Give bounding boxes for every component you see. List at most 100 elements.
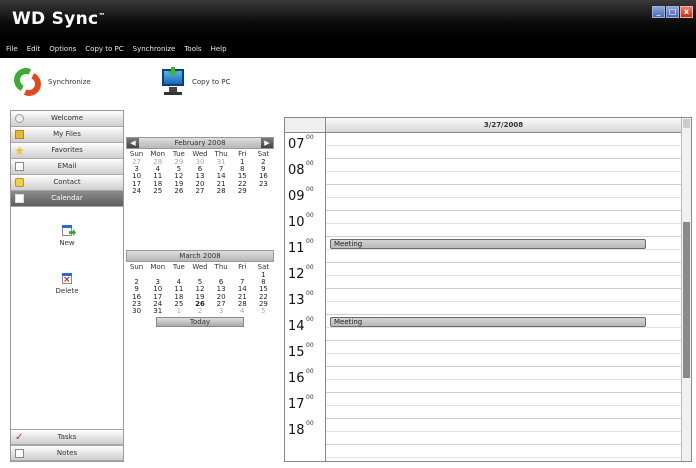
next-month-button[interactable]: ▶ xyxy=(261,138,273,148)
menu-help[interactable]: Help xyxy=(211,45,227,53)
time-slot[interactable] xyxy=(326,250,681,263)
delete-label: Delete xyxy=(55,287,79,295)
hour-label: 13 00 xyxy=(288,290,314,308)
time-slot[interactable] xyxy=(326,406,681,419)
month-title: March 2008 xyxy=(179,252,221,260)
menu-tools[interactable]: Tools xyxy=(184,45,201,53)
sidebar-item-email[interactable]: EMail xyxy=(11,159,123,175)
menu-file[interactable]: File xyxy=(6,45,18,53)
time-slot[interactable] xyxy=(326,172,681,185)
time-slot[interactable] xyxy=(326,328,681,341)
synchronize-button[interactable]: Synchronize xyxy=(10,64,91,100)
mini-calendar-march: March 2008 Sun Mon Tue Wed Thu Fri Sat 1… xyxy=(126,250,274,328)
day-view: 3/27/2008 07 00 08 00 09 00 10 00 11 00 12 00 … xyxy=(284,117,692,462)
time-slot[interactable] xyxy=(326,302,681,315)
sidebar-item-label: Notes xyxy=(56,449,78,457)
time-slot[interactable] xyxy=(326,133,681,146)
minimize-button[interactable]: _ xyxy=(652,6,665,18)
sidebar-item-calendar[interactable]: Calendar xyxy=(11,191,123,207)
sidebar-item-notes[interactable]: Notes xyxy=(11,445,123,461)
day-view-date-header: 3/27/2008 xyxy=(325,118,681,133)
sidebar-item-contact[interactable]: Contact xyxy=(11,175,123,191)
close-button[interactable]: x xyxy=(680,6,693,18)
new-appointment-button[interactable]: New xyxy=(47,223,87,247)
hour-label: 12 00 xyxy=(288,264,314,282)
hour-label: 08 00 xyxy=(288,160,314,178)
today-button[interactable]: Today xyxy=(156,317,244,328)
calendar-day[interactable]: 3 xyxy=(211,307,232,315)
previous-month-button[interactable]: ◀ xyxy=(127,138,139,148)
time-slot[interactable] xyxy=(326,445,681,458)
menu-synchronize[interactable]: Synchronize xyxy=(133,45,176,53)
time-slot[interactable] xyxy=(326,289,681,302)
calendar-day[interactable]: 30 xyxy=(126,307,147,315)
time-slot[interactable] xyxy=(326,419,681,432)
hour-label: 07 00 xyxy=(288,134,314,152)
sidebar-item-welcome[interactable]: Welcome xyxy=(11,111,123,127)
calendar-day[interactable]: 29 xyxy=(232,187,253,195)
new-label: New xyxy=(59,239,75,247)
calendar-day[interactable]: 24 xyxy=(126,187,147,195)
calendar-day[interactable]: 4 xyxy=(232,307,253,315)
sidebar-item-favorites[interactable]: Favorites xyxy=(11,143,123,159)
calendar-day[interactable]: 1 xyxy=(168,307,189,315)
menu-edit[interactable]: Edit xyxy=(27,45,41,53)
calendar-grid: Sun Mon Tue Wed Thu Fri Sat 1 2 3 4 5 6 … xyxy=(126,263,274,315)
time-slot[interactable] xyxy=(326,341,681,354)
menu-options[interactable]: Options xyxy=(49,45,76,53)
calendar-day[interactable] xyxy=(253,188,274,195)
hour-label: 18 00 xyxy=(288,420,314,438)
vertical-scrollbar[interactable] xyxy=(681,118,691,461)
calendar-header: ◀ February 2008 ▶ xyxy=(126,137,274,149)
copy-to-pc-label: Copy to PC xyxy=(192,78,231,86)
calendar-day[interactable]: 28 xyxy=(211,187,232,195)
time-slot[interactable] xyxy=(326,393,681,406)
calendar-day[interactable]: 26 xyxy=(168,187,189,195)
sidebar-item-label: EMail xyxy=(57,162,77,170)
scrollbar-thumb[interactable] xyxy=(683,222,690,378)
time-slot[interactable] xyxy=(326,458,681,461)
calendar-day[interactable]: 5 xyxy=(253,307,274,315)
time-slots[interactable]: Meeting Meeting xyxy=(325,133,681,461)
time-slot[interactable] xyxy=(326,198,681,211)
sidebar-item-tasks[interactable]: ✓ Tasks xyxy=(11,429,123,445)
delete-appointment-button[interactable]: × Delete xyxy=(47,271,87,295)
weekday-label: Thu xyxy=(214,263,228,271)
time-slot[interactable] xyxy=(326,367,681,380)
trademark: ™ xyxy=(98,12,106,20)
synchronize-label: Synchronize xyxy=(48,78,91,86)
time-slot[interactable] xyxy=(326,224,681,237)
time-slot[interactable] xyxy=(326,211,681,224)
appointment-meeting[interactable]: Meeting xyxy=(330,239,646,249)
time-slot[interactable] xyxy=(326,159,681,172)
time-slot[interactable] xyxy=(326,354,681,367)
copy-to-pc-button[interactable]: Copy to PC xyxy=(160,66,230,98)
time-slot[interactable] xyxy=(326,146,681,159)
hour-label: 17 00 xyxy=(288,394,314,412)
maximize-button[interactable]: □ xyxy=(666,6,679,18)
calendar-day[interactable]: 2 xyxy=(189,307,210,315)
time-slot[interactable] xyxy=(326,432,681,445)
time-slot[interactable] xyxy=(326,263,681,276)
calendar-grid: Sun Mon Tue Wed Thu Fri Sat 27 28 29 30 … xyxy=(126,150,274,195)
calendar-day[interactable]: 25 xyxy=(147,187,168,195)
sidebar-item-my-files[interactable]: My Files xyxy=(11,127,123,143)
sidebar-item-label: Favorites xyxy=(51,146,83,154)
menu-copy-to-pc[interactable]: Copy to PC xyxy=(85,45,123,53)
calendar-day[interactable]: 23 xyxy=(253,180,274,188)
calendar-day[interactable]: 31 xyxy=(147,307,168,315)
hour-label: 14 00 xyxy=(288,316,314,334)
mini-calendar-february: ◀ February 2008 ▶ Sun Mon Tue Wed Thu Fr… xyxy=(126,137,274,195)
time-slot[interactable] xyxy=(326,185,681,198)
scroll-up-arrow[interactable] xyxy=(683,119,690,128)
calendar-day[interactable]: 27 xyxy=(189,187,210,195)
weekday-label: Mon xyxy=(150,263,166,271)
appointment-meeting[interactable]: Meeting xyxy=(330,317,646,327)
app-title: WD Sync™ xyxy=(12,9,106,29)
month-title: February 2008 xyxy=(174,139,226,147)
day-view-corner xyxy=(285,118,325,133)
time-slot[interactable] xyxy=(326,276,681,289)
time-slot[interactable] xyxy=(326,380,681,393)
hour-label: 10 00 xyxy=(288,212,314,230)
weekday-label: Fri xyxy=(238,263,247,271)
